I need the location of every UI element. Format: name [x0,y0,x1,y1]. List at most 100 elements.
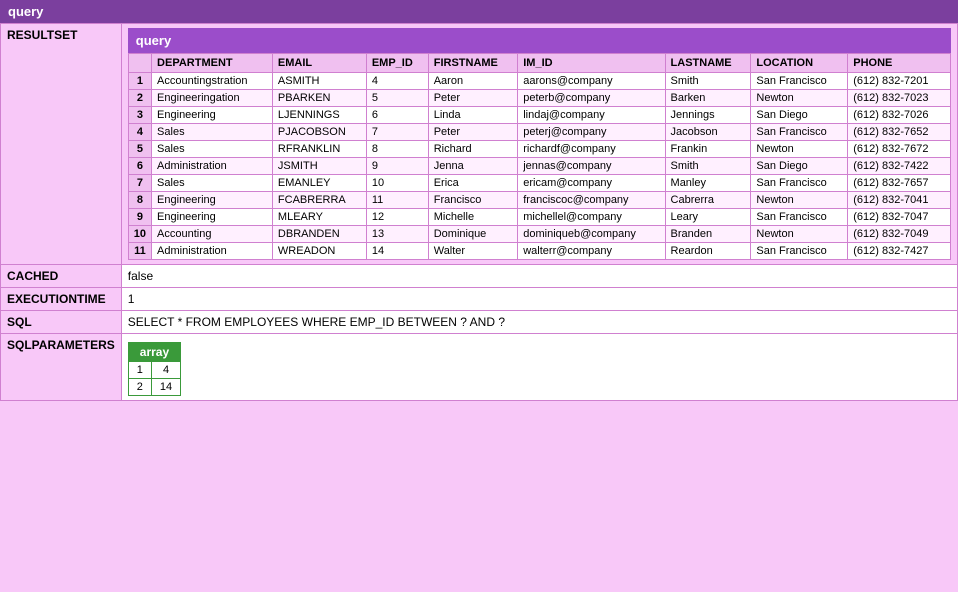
cell-department: Sales [152,124,273,141]
resultset-content: query DEPARTMENT EMAIL EMP_ID FIRSTNAME … [121,24,957,265]
cell-email: PJACOBSON [272,124,366,141]
table-row: 3EngineeringLJENNINGS6Lindalindaj@compan… [128,107,950,124]
array-table: array 14214 [128,342,181,396]
executiontime-row: EXECUTIONTIME 1 [1,288,958,311]
cell-num: 10 [128,226,151,243]
cell-department: Engineeringation [152,90,273,107]
table-row: 6AdministrationJSMITH9Jennajennas@compan… [128,158,950,175]
col-department: DEPARTMENT [152,54,273,73]
table-row: 4SalesPJACOBSON7Peterpeterj@companyJacob… [128,124,950,141]
cell-firstname: Erica [428,175,518,192]
col-num [128,54,151,73]
cell-firstname: Aaron [428,73,518,90]
cell-email: ASMITH [272,73,366,90]
cell-phone: (612) 832-7026 [848,107,951,124]
cell-location: San Francisco [751,175,848,192]
cell-email: PBARKEN [272,90,366,107]
cell-phone: (612) 832-7657 [848,175,951,192]
cell-num: 8 [128,192,151,209]
table-row: 10AccountingDBRANDEN13Dominiquedominique… [128,226,950,243]
cell-department: Engineering [152,107,273,124]
cell-im_id: franciscoc@company [518,192,665,209]
cell-location: San Francisco [751,124,848,141]
col-lastname: LASTNAME [665,54,751,73]
cell-email: RFRANKLIN [272,141,366,158]
cell-emp_id: 12 [366,209,428,226]
cell-firstname: Peter [428,124,518,141]
cell-department: Administration [152,243,273,260]
cell-department: Accountingstration [152,73,273,90]
sqlparameters-label: SQLPARAMETERS [1,334,122,401]
col-empid: EMP_ID [366,54,428,73]
cell-im_id: peterb@company [518,90,665,107]
cell-lastname: Jacobson [665,124,751,141]
cell-lastname: Leary [665,209,751,226]
cell-emp_id: 14 [366,243,428,260]
result-table: DEPARTMENT EMAIL EMP_ID FIRSTNAME IM_ID … [128,53,951,260]
cell-im_id: richardf@company [518,141,665,158]
cell-num: 7 [128,175,151,192]
col-phone: PHONE [848,54,951,73]
table-row: 7SalesEMANLEY10Ericaericam@companyManley… [128,175,950,192]
cell-lastname: Branden [665,226,751,243]
cell-department: Sales [152,175,273,192]
array-header: array [128,343,180,362]
cell-location: Newton [751,90,848,107]
cell-phone: (612) 832-7652 [848,124,951,141]
table-row: 1AccountingstrationASMITH4Aaronaarons@co… [128,73,950,90]
executiontime-value: 1 [121,288,957,311]
array-cell-col1: 2 [128,379,151,396]
cell-location: San Diego [751,107,848,124]
cell-department: Administration [152,158,273,175]
column-header-row: DEPARTMENT EMAIL EMP_ID FIRSTNAME IM_ID … [128,54,950,73]
array-row: 214 [128,379,180,396]
cell-lastname: Reardon [665,243,751,260]
cell-department: Accounting [152,226,273,243]
cell-phone: (612) 832-7201 [848,73,951,90]
window-title: query [0,0,958,23]
cell-firstname: Dominique [428,226,518,243]
cell-emp_id: 13 [366,226,428,243]
cell-lastname: Manley [665,175,751,192]
executiontime-label: EXECUTIONTIME [1,288,122,311]
cell-firstname: Francisco [428,192,518,209]
cell-firstname: Richard [428,141,518,158]
cell-phone: (612) 832-7041 [848,192,951,209]
cell-phone: (612) 832-7049 [848,226,951,243]
cell-emp_id: 6 [366,107,428,124]
cell-im_id: jennas@company [518,158,665,175]
cell-location: San Francisco [751,73,848,90]
cell-im_id: aarons@company [518,73,665,90]
cell-emp_id: 8 [366,141,428,158]
query-container: query DEPARTMENT EMAIL EMP_ID FIRSTNAME … [128,28,951,260]
cell-im_id: walterr@company [518,243,665,260]
array-row: 14 [128,362,180,379]
cached-row: CACHED false [1,265,958,288]
cell-num: 2 [128,90,151,107]
cell-firstname: Peter [428,90,518,107]
cell-emp_id: 10 [366,175,428,192]
cell-lastname: Cabrerra [665,192,751,209]
cell-lastname: Frankin [665,141,751,158]
col-imid: IM_ID [518,54,665,73]
cell-im_id: peterj@company [518,124,665,141]
array-cell-col1: 1 [128,362,151,379]
cell-location: Newton [751,141,848,158]
cell-email: MLEARY [272,209,366,226]
cell-email: WREADON [272,243,366,260]
sql-value: SELECT * FROM EMPLOYEES WHERE EMP_ID BET… [121,311,957,334]
table-row: 11AdministrationWREADON14Walterwalterr@c… [128,243,950,260]
sql-row: SQL SELECT * FROM EMPLOYEES WHERE EMP_ID… [1,311,958,334]
cell-lastname: Smith [665,73,751,90]
main-table: RESULTSET query DEPARTMENT EMAIL EMP_ID … [0,23,958,401]
cell-email: LJENNINGS [272,107,366,124]
cell-email: JSMITH [272,158,366,175]
cell-im_id: michellel@company [518,209,665,226]
cell-email: FCABRERRA [272,192,366,209]
cell-lastname: Jennings [665,107,751,124]
sqlparameters-row: SQLPARAMETERS array 14214 [1,334,958,401]
cell-location: Newton [751,226,848,243]
cell-location: San Francisco [751,209,848,226]
cell-num: 3 [128,107,151,124]
cell-firstname: Linda [428,107,518,124]
